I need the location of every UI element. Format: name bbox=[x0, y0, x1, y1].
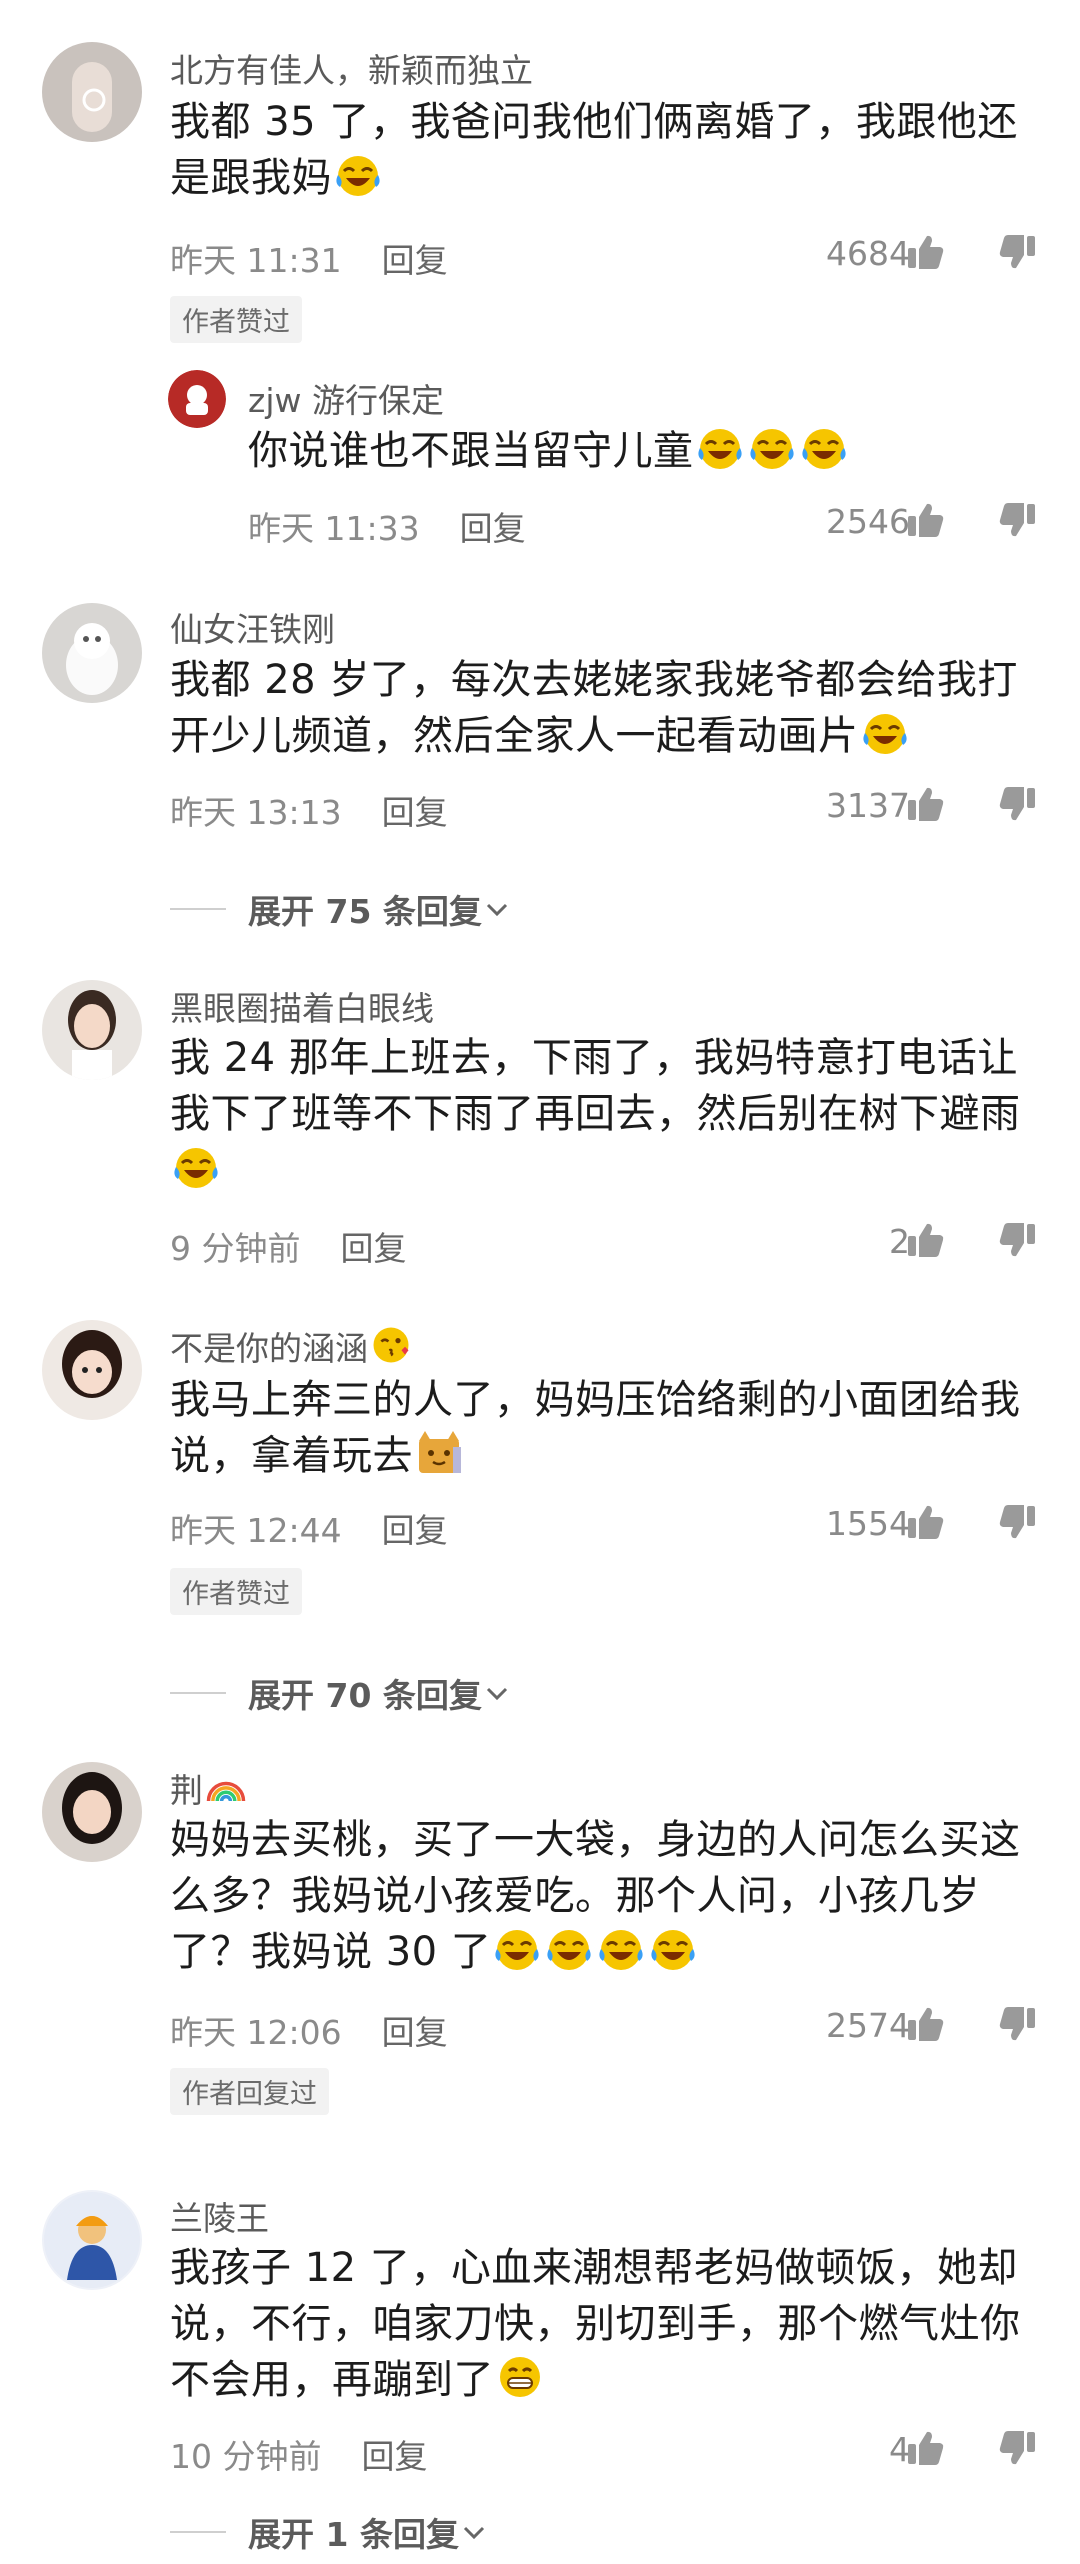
laughing-crying-emoji bbox=[493, 1925, 541, 1973]
comment-text: 我都 35 了，我爸问我他们俩离婚了，我跟他还是跟我妈 bbox=[170, 99, 1018, 201]
thumbs-up-icon[interactable] bbox=[905, 784, 945, 824]
laughing-crying-emoji bbox=[545, 1925, 593, 1973]
thumbs-up-icon[interactable] bbox=[905, 500, 945, 540]
author-replied-badge: 作者回复过 bbox=[170, 2068, 329, 2115]
divider bbox=[170, 2531, 226, 2533]
comment-text: 妈妈去买桃，买了一大袋，身边的人问怎么买这么多？我妈说小孩爱吃。那个人问，小孩几… bbox=[170, 1817, 1021, 1975]
thumbs-up-icon[interactable] bbox=[905, 1502, 945, 1542]
rainbow-emoji bbox=[205, 1766, 247, 1808]
avatar[interactable] bbox=[42, 42, 142, 142]
thumbs-down-icon[interactable] bbox=[998, 2428, 1038, 2468]
avatar[interactable] bbox=[42, 980, 142, 1080]
reply-avatar[interactable] bbox=[168, 370, 226, 428]
reply-button[interactable]: 回复 bbox=[382, 793, 448, 832]
divider bbox=[170, 1692, 226, 1694]
username[interactable]: 黑眼圈描着白眼线 bbox=[170, 982, 434, 1030]
like-count: 3137 bbox=[826, 786, 910, 825]
username[interactable]: 不是你的涵涵 bbox=[170, 1322, 414, 1370]
thumbs-down-icon[interactable] bbox=[998, 2004, 1038, 2044]
laughing-crying-emoji bbox=[172, 1143, 220, 1191]
avatar[interactable] bbox=[42, 2190, 142, 2290]
username[interactable]: 仙女汪铁刚 bbox=[170, 603, 335, 651]
timestamp: 昨天 11:31 bbox=[170, 241, 342, 280]
thumbs-down-icon[interactable] bbox=[998, 1502, 1038, 1542]
timestamp: 9 分钟前 bbox=[170, 1229, 301, 1268]
comment-text: 我 24 那年上班去，下雨了，我妈特意打电话让我下了班等不下雨了再回去，然后别在… bbox=[170, 1030, 1040, 1198]
avatar[interactable] bbox=[42, 603, 142, 703]
reply-text: 你说谁也不跟当留守儿童 bbox=[248, 423, 1038, 479]
chevron-down-icon bbox=[486, 1687, 507, 1701]
author-liked-badge: 作者赞过 bbox=[170, 1568, 302, 1615]
laughing-crying-emoji bbox=[800, 424, 848, 472]
comment-meta: 昨天 11:31 回复 bbox=[170, 234, 448, 282]
reply-button[interactable]: 回复 bbox=[361, 2437, 427, 2476]
laughing-crying-emoji bbox=[597, 1925, 645, 1973]
kiss-emoji bbox=[370, 1324, 412, 1366]
comment-meta: 9 分钟前 回复 bbox=[170, 1222, 407, 1270]
laughing-crying-emoji bbox=[649, 1925, 697, 1973]
comment-meta: 昨天 12:06 回复 bbox=[170, 2006, 448, 2054]
reply-username[interactable]: zjw 游行保定 bbox=[248, 374, 444, 422]
chevron-down-icon bbox=[486, 903, 507, 917]
comment-meta: 昨天 12:44 回复 bbox=[170, 1504, 448, 1552]
reply-button[interactable]: 回复 bbox=[460, 509, 526, 548]
comment-text: 我马上奔三的人了，妈妈压饸络剩的小面团给我说，拿着玩去 bbox=[170, 1377, 1021, 1479]
thumbs-down-icon[interactable] bbox=[998, 232, 1038, 272]
username[interactable]: 北方有佳人，新颖而独立 bbox=[170, 44, 533, 92]
thumbs-up-icon[interactable] bbox=[905, 1220, 945, 1260]
chevron-down-icon bbox=[463, 2526, 485, 2540]
comment-text: 我都 28 岁了，每次去姥姥家我姥爷都会给我打开少儿频道，然后全家人一起看动画片 bbox=[170, 657, 1018, 759]
reply-button[interactable]: 回复 bbox=[382, 1511, 448, 1550]
avatar[interactable] bbox=[42, 1762, 142, 1862]
laughing-crying-emoji bbox=[861, 709, 909, 757]
thumbs-up-icon[interactable] bbox=[905, 232, 945, 272]
timestamp: 10 分钟前 bbox=[170, 2437, 322, 2476]
author-liked-badge: 作者赞过 bbox=[170, 296, 302, 343]
cat-emoji bbox=[415, 1429, 463, 1477]
avatar[interactable] bbox=[42, 1320, 142, 1420]
thumbs-up-icon[interactable] bbox=[905, 2428, 945, 2468]
reply-button[interactable]: 回复 bbox=[341, 1229, 407, 1268]
comment-text: 我孩子 12 了，心血来潮想帮老妈做顿饭，她却说，不行，咱家刀快，别切到手，那个… bbox=[170, 2245, 1021, 2403]
like-count: 2546 bbox=[826, 502, 910, 541]
like-count: 4684 bbox=[826, 234, 910, 273]
grin-emoji bbox=[496, 2353, 544, 2401]
comment-meta: 10 分钟前 回复 bbox=[170, 2430, 427, 2478]
username[interactable]: 荆 bbox=[170, 1764, 249, 1812]
thumbs-up-icon[interactable] bbox=[905, 2004, 945, 2044]
thumbs-down-icon[interactable] bbox=[998, 1220, 1038, 1260]
expand-replies-button[interactable]: 展开 70 条回复 bbox=[170, 1669, 512, 1717]
thumbs-down-icon[interactable] bbox=[998, 500, 1038, 540]
like-count: 2574 bbox=[826, 2006, 910, 2045]
laughing-crying-emoji bbox=[334, 151, 382, 199]
like-count: 1554 bbox=[826, 1504, 910, 1543]
timestamp: 昨天 13:13 bbox=[170, 793, 342, 832]
username[interactable]: 兰陵王 bbox=[170, 2192, 269, 2240]
reply-button[interactable]: 回复 bbox=[382, 241, 448, 280]
timestamp: 昨天 11:33 bbox=[248, 509, 420, 548]
reply-button[interactable]: 回复 bbox=[382, 2013, 448, 2052]
reply-meta: 昨天 11:33 回复 bbox=[248, 502, 526, 550]
laughing-crying-emoji bbox=[748, 424, 796, 472]
timestamp: 昨天 12:44 bbox=[170, 1511, 342, 1550]
comment-meta: 昨天 13:13 回复 bbox=[170, 786, 448, 834]
laughing-crying-emoji bbox=[696, 424, 744, 472]
expand-replies-button[interactable]: 展开 75 条回复 bbox=[170, 885, 512, 933]
thumbs-down-icon[interactable] bbox=[998, 784, 1038, 824]
timestamp: 昨天 12:06 bbox=[170, 2013, 342, 2052]
divider bbox=[170, 908, 226, 910]
expand-replies-button[interactable]: 展开 1 条回复 bbox=[170, 2508, 489, 2556]
